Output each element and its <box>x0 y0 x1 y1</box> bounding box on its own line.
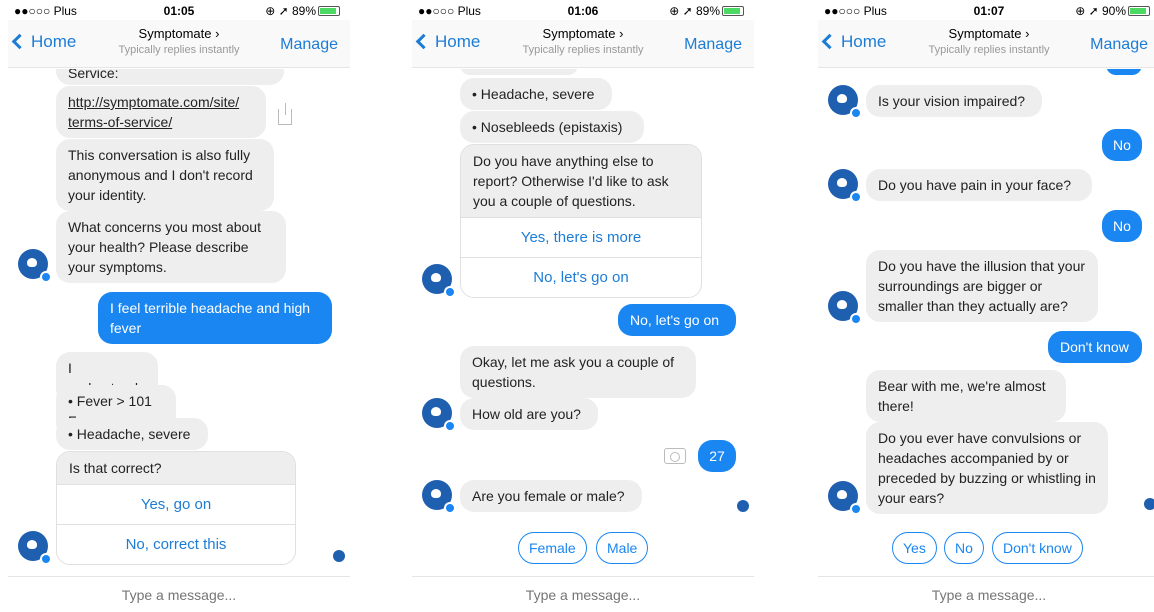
yes-more-button[interactable]: Yes, there is more <box>461 217 701 257</box>
bot-avatar <box>18 249 52 283</box>
bot-message: Do you ever have convulsions or headache… <box>866 422 1108 514</box>
bot-message-link: http://symptomate.com/site/ terms-of-ser… <box>56 86 266 138</box>
nav-bar: Home Symptomate › Typically replies inst… <box>8 20 350 68</box>
bot-message: This conversation is also fully anonymou… <box>56 139 274 211</box>
messenger-badge-icon <box>444 502 456 514</box>
bot-message: What concerns you most about your health… <box>56 211 286 283</box>
user-message: No <box>1102 129 1142 161</box>
messenger-badge-icon <box>444 286 456 298</box>
quick-reply-male[interactable]: Male <box>596 532 649 564</box>
card-question: Is that correct? <box>57 452 295 484</box>
messenger-badge-icon <box>850 107 862 119</box>
bot-message: Service: <box>56 69 284 85</box>
messenger-badge-icon <box>444 420 456 432</box>
messenger-badge-icon <box>40 553 52 565</box>
bot-message: Okay, let me ask you a couple of questio… <box>460 346 696 398</box>
bot-message: Do you have the illusion that your surro… <box>866 250 1098 322</box>
seen-indicator-icon <box>737 500 749 512</box>
messenger-badge-icon <box>40 271 52 283</box>
bot-avatar <box>422 480 456 514</box>
composer <box>412 576 754 612</box>
manage-button[interactable]: Manage <box>1090 36 1148 54</box>
bot-message: • Nosebleeds (epistaxis) <box>460 111 644 143</box>
bot-message-partial <box>460 69 578 75</box>
message-input[interactable] <box>8 577 350 612</box>
battery-icon <box>722 6 744 16</box>
messenger-badge-icon <box>850 313 862 325</box>
card-question: Do you have anything else to report? Oth… <box>461 145 701 217</box>
seen-indicator-icon <box>1144 498 1154 510</box>
message-input[interactable] <box>818 577 1154 612</box>
status-right: ⊕ ➚ 90% <box>1075 4 1150 18</box>
battery-percent: ⊕ ➚ 90% <box>1075 4 1126 18</box>
bot-message: Are you female or male? <box>460 480 642 512</box>
bot-message: How old are you? <box>460 398 598 430</box>
no-go-on-button[interactable]: No, let's go on <box>461 257 701 297</box>
quick-reply-yes[interactable]: Yes <box>892 532 937 564</box>
battery-percent: ⊕ ➚ 89% <box>669 4 720 18</box>
bot-message: Do you have pain in your face? <box>866 169 1092 201</box>
status-right: ⊕ ➚ 89% <box>265 4 340 18</box>
user-message-partial <box>1106 69 1142 75</box>
camera-icon[interactable] <box>664 448 686 464</box>
bot-avatar <box>422 398 456 432</box>
composer <box>8 576 350 612</box>
user-message: No <box>1102 210 1142 242</box>
chat-screen-1: ●●○○○ Plus ⁠ 01:05 ⊕ ➚ 89% Home Symptoma… <box>8 0 350 612</box>
bot-message: • Headache, severe <box>460 78 612 110</box>
status-right: ⊕ ➚ 89% <box>669 4 744 18</box>
continue-card: Do you have anything else to report? Oth… <box>460 144 702 298</box>
quick-reply-dont-know[interactable]: Don't know <box>992 532 1083 564</box>
user-message: I feel terrible headache and high fever <box>98 292 332 344</box>
battery-icon <box>318 6 340 16</box>
share-icon[interactable] <box>278 103 292 125</box>
message-list[interactable]: Is your vision impaired? No Do you have … <box>818 69 1154 576</box>
messenger-badge-icon <box>850 503 862 515</box>
chat-screen-3: ●●○○○ Plus 01:07 ⊕ ➚ 90% Home Symptomate… <box>818 0 1154 612</box>
nav-bar: Home Symptomate › Typically replies inst… <box>412 20 754 68</box>
bot-avatar <box>18 531 52 565</box>
bot-message: Is your vision impaired? <box>866 85 1042 117</box>
bot-avatar <box>828 169 862 203</box>
quick-reply-female[interactable]: Female <box>518 532 587 564</box>
confirm-card: Is that correct? Yes, go on No, correct … <box>56 451 296 565</box>
terms-link[interactable]: http://symptomate.com/site/ terms-of-ser… <box>68 94 239 130</box>
status-bar: ●●○○○ Plus 01:06 ⊕ ➚ 89% <box>412 0 754 20</box>
bot-message: • Headache, severe <box>56 418 208 450</box>
composer <box>818 576 1154 612</box>
manage-button[interactable]: Manage <box>280 36 338 54</box>
bot-avatar <box>422 264 456 298</box>
bot-avatar <box>828 85 862 119</box>
status-bar: ●●○○○ Plus 01:07 ⊕ ➚ 90% <box>818 0 1154 20</box>
nav-bar: Home Symptomate › Typically replies inst… <box>818 20 1154 68</box>
message-list[interactable]: • Headache, severe • Nosebleeds (epistax… <box>412 69 754 576</box>
battery-icon <box>1128 6 1150 16</box>
bot-avatar <box>828 291 862 325</box>
message-list[interactable]: Service: http://symptomate.com/site/ ter… <box>8 69 350 576</box>
user-message: Don't know <box>1048 331 1142 363</box>
no-correct-button[interactable]: No, correct this <box>57 524 295 564</box>
battery-percent: ⊕ ➚ 89% <box>265 4 316 18</box>
status-bar: ●●○○○ Plus ⁠ 01:05 ⊕ ➚ 89% <box>8 0 350 20</box>
bot-message: Bear with me, we're almost there! <box>866 370 1066 422</box>
quick-reply-no[interactable]: No <box>944 532 984 564</box>
messenger-badge-icon <box>850 191 862 203</box>
bot-avatar <box>828 481 862 515</box>
chat-screen-2: ●●○○○ Plus 01:06 ⊕ ➚ 89% Home Symptomate… <box>412 0 754 612</box>
user-message: No, let's go on <box>618 304 736 336</box>
manage-button[interactable]: Manage <box>684 36 742 54</box>
seen-indicator-icon <box>333 550 345 562</box>
yes-go-on-button[interactable]: Yes, go on <box>57 484 295 524</box>
message-input[interactable] <box>412 577 754 612</box>
user-message: 27 <box>698 440 736 472</box>
